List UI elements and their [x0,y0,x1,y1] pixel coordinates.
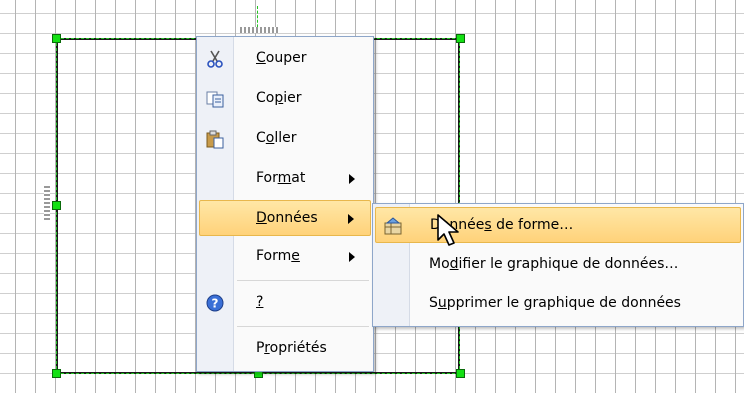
context-menu: Couper Copier Coller Format Données Form… [196,36,374,372]
submenu-item-donnees-de-forme[interactable]: Données de forme… [375,207,741,243]
menu-item-format[interactable]: Format [199,161,371,197]
menu-separator [237,280,369,281]
scissors-icon [207,50,223,68]
menu-item-label: Copier [256,90,302,106]
shape-data-icon [384,217,402,235]
paste-icon [206,130,224,149]
help-icon: ? [206,294,224,312]
menu-separator [237,326,369,327]
svg-text:?: ? [212,297,219,311]
menu-item-coller[interactable]: Coller [199,121,371,157]
submenu-donnees: Données de forme… Modifier le graphique … [372,203,744,327]
submenu-item-label: Supprimer le graphique de données [429,295,681,311]
top-connector-mark [240,27,280,33]
menu-item-label: Format [256,170,306,186]
menu-item-help[interactable]: ? ? [199,285,371,321]
menu-item-label: Propriétés [256,340,327,356]
selection-handle-top-right[interactable] [456,34,465,43]
submenu-item-modifier-graphique[interactable]: Modifier le graphique de données… [375,247,741,283]
submenu-item-supprimer-graphique[interactable]: Supprimer le graphique de données [375,286,741,322]
mouse-cursor-icon [437,214,459,246]
menu-item-label: Couper [256,50,307,66]
menu-item-donnees[interactable]: Données [199,200,371,236]
selection-handle-top-left[interactable] [52,34,61,43]
submenu-arrow-icon [348,214,354,224]
copy-icon [206,91,224,108]
menu-item-label: ? [256,294,264,310]
menu-item-proprietes[interactable]: Propriétés [199,331,371,367]
submenu-arrow-icon [349,174,355,184]
menu-item-label: Forme [256,248,300,264]
left-connector-mark [44,186,50,220]
selection-handle-bottom-left[interactable] [52,369,61,378]
menu-item-label: Données [256,210,318,226]
submenu-arrow-icon [349,252,355,262]
menu-item-copier[interactable]: Copier [199,81,371,117]
menu-item-label: Coller [256,130,297,146]
submenu-item-label: Modifier le graphique de données… [429,256,679,272]
menu-item-couper[interactable]: Couper [199,41,371,77]
selection-handle-left[interactable] [52,201,61,210]
menu-item-forme[interactable]: Forme [199,239,371,275]
selection-handle-bottom-right[interactable] [456,369,465,378]
